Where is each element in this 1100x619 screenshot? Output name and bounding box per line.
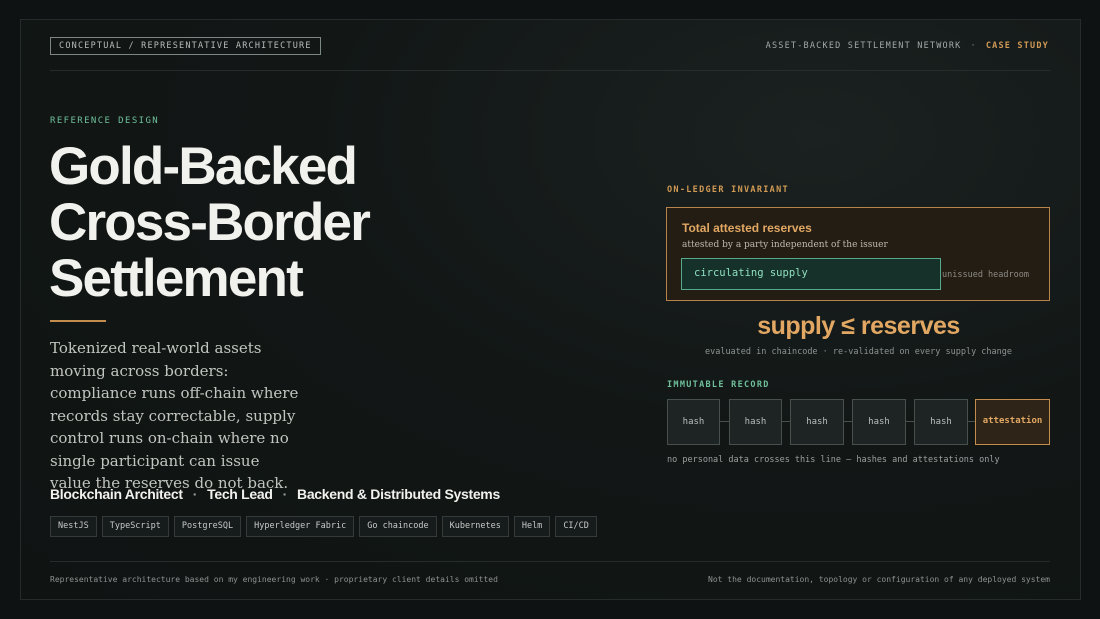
chain-link: [906, 421, 914, 422]
tech-tag: PostgreSQL: [173, 516, 242, 537]
header-separator: ·: [970, 41, 977, 51]
tech-tag: TypeScript: [101, 516, 169, 537]
hash-block: hash: [914, 399, 968, 445]
attestation-block: attestation: [975, 399, 1050, 445]
title-line: Settlement: [49, 249, 304, 308]
role-item: Blockchain Architect: [50, 486, 183, 502]
network-label: ASSET-BACKED SETTLEMENT NETWORK: [765, 41, 962, 51]
tech-tag: Helm: [513, 516, 551, 537]
role-separator: ·: [192, 486, 198, 502]
reserves-box: Total attested reserves attested by a pa…: [666, 207, 1050, 301]
footer-note: Not the documentation, topology or confi…: [708, 575, 1050, 584]
eyebrow-label: REFERENCE DESIGN: [50, 116, 160, 126]
hash-chain: hash hash hash hash hash attestation: [667, 399, 1050, 445]
accent-rule: [50, 320, 106, 322]
tech-tag: NestJS: [50, 516, 97, 537]
tech-tags: NestJS TypeScript PostgreSQL Hyperledger…: [50, 516, 597, 537]
architecture-badge: CONCEPTUAL / REPRESENTATIVE ARCHITECTURE: [50, 37, 321, 55]
invariant-formula: supply ≤ reserves: [757, 312, 960, 340]
header-meta: ASSET-BACKED SETTLEMENT NETWORK · CASE STU…: [766, 41, 1049, 51]
immutable-record-label: IMMUTABLE RECORD: [667, 380, 770, 390]
reserves-subtitle: attested by a party independent of the i…: [682, 240, 888, 250]
formula-note: evaluated in chaincode · re-validated on…: [704, 347, 1013, 357]
circulating-supply-box: circulating supply: [681, 258, 941, 290]
lede-paragraph: Tokenized real-world assets moving acros…: [50, 339, 299, 492]
unissued-headroom-label: unissued headroom: [942, 270, 1029, 280]
role-separator: ·: [282, 486, 288, 502]
chain-link: [968, 421, 975, 422]
page-title: Gold-Backed Cross-Border Settlement: [49, 139, 449, 307]
role-item: Tech Lead: [207, 486, 273, 502]
chain-link: [720, 421, 729, 422]
hash-block: hash: [667, 399, 720, 445]
footer-disclaimer: Representative architecture based on my …: [50, 575, 498, 584]
chain-link: [844, 421, 852, 422]
card-frame: [20, 19, 1081, 600]
reserves-title: Total attested reserves: [682, 221, 812, 235]
tech-tag: CI/CD: [555, 516, 597, 537]
hash-block: hash: [790, 399, 844, 445]
hash-block: hash: [729, 399, 782, 445]
header-divider: [50, 70, 1050, 71]
hash-block: hash: [852, 399, 906, 445]
tech-tag: Go chaincode: [359, 516, 437, 537]
title-line: Gold-Backed: [49, 137, 358, 196]
tech-tag: Kubernetes: [441, 516, 509, 537]
tech-tag: Hyperledger Fabric: [246, 516, 355, 537]
case-study-label: CASE STUDY: [985, 41, 1049, 51]
footer-divider: [50, 561, 1050, 562]
invariant-label: ON-LEDGER INVARIANT: [667, 185, 789, 195]
title-line: Cross-Border: [49, 193, 371, 252]
roles-line: Blockchain Architect · Tech Lead · Backend &…: [50, 486, 500, 502]
role-item: Backend & Distributed Systems: [297, 486, 500, 502]
chain-link: [782, 421, 790, 422]
chain-note: no personal data crosses this line — has…: [667, 455, 1000, 465]
